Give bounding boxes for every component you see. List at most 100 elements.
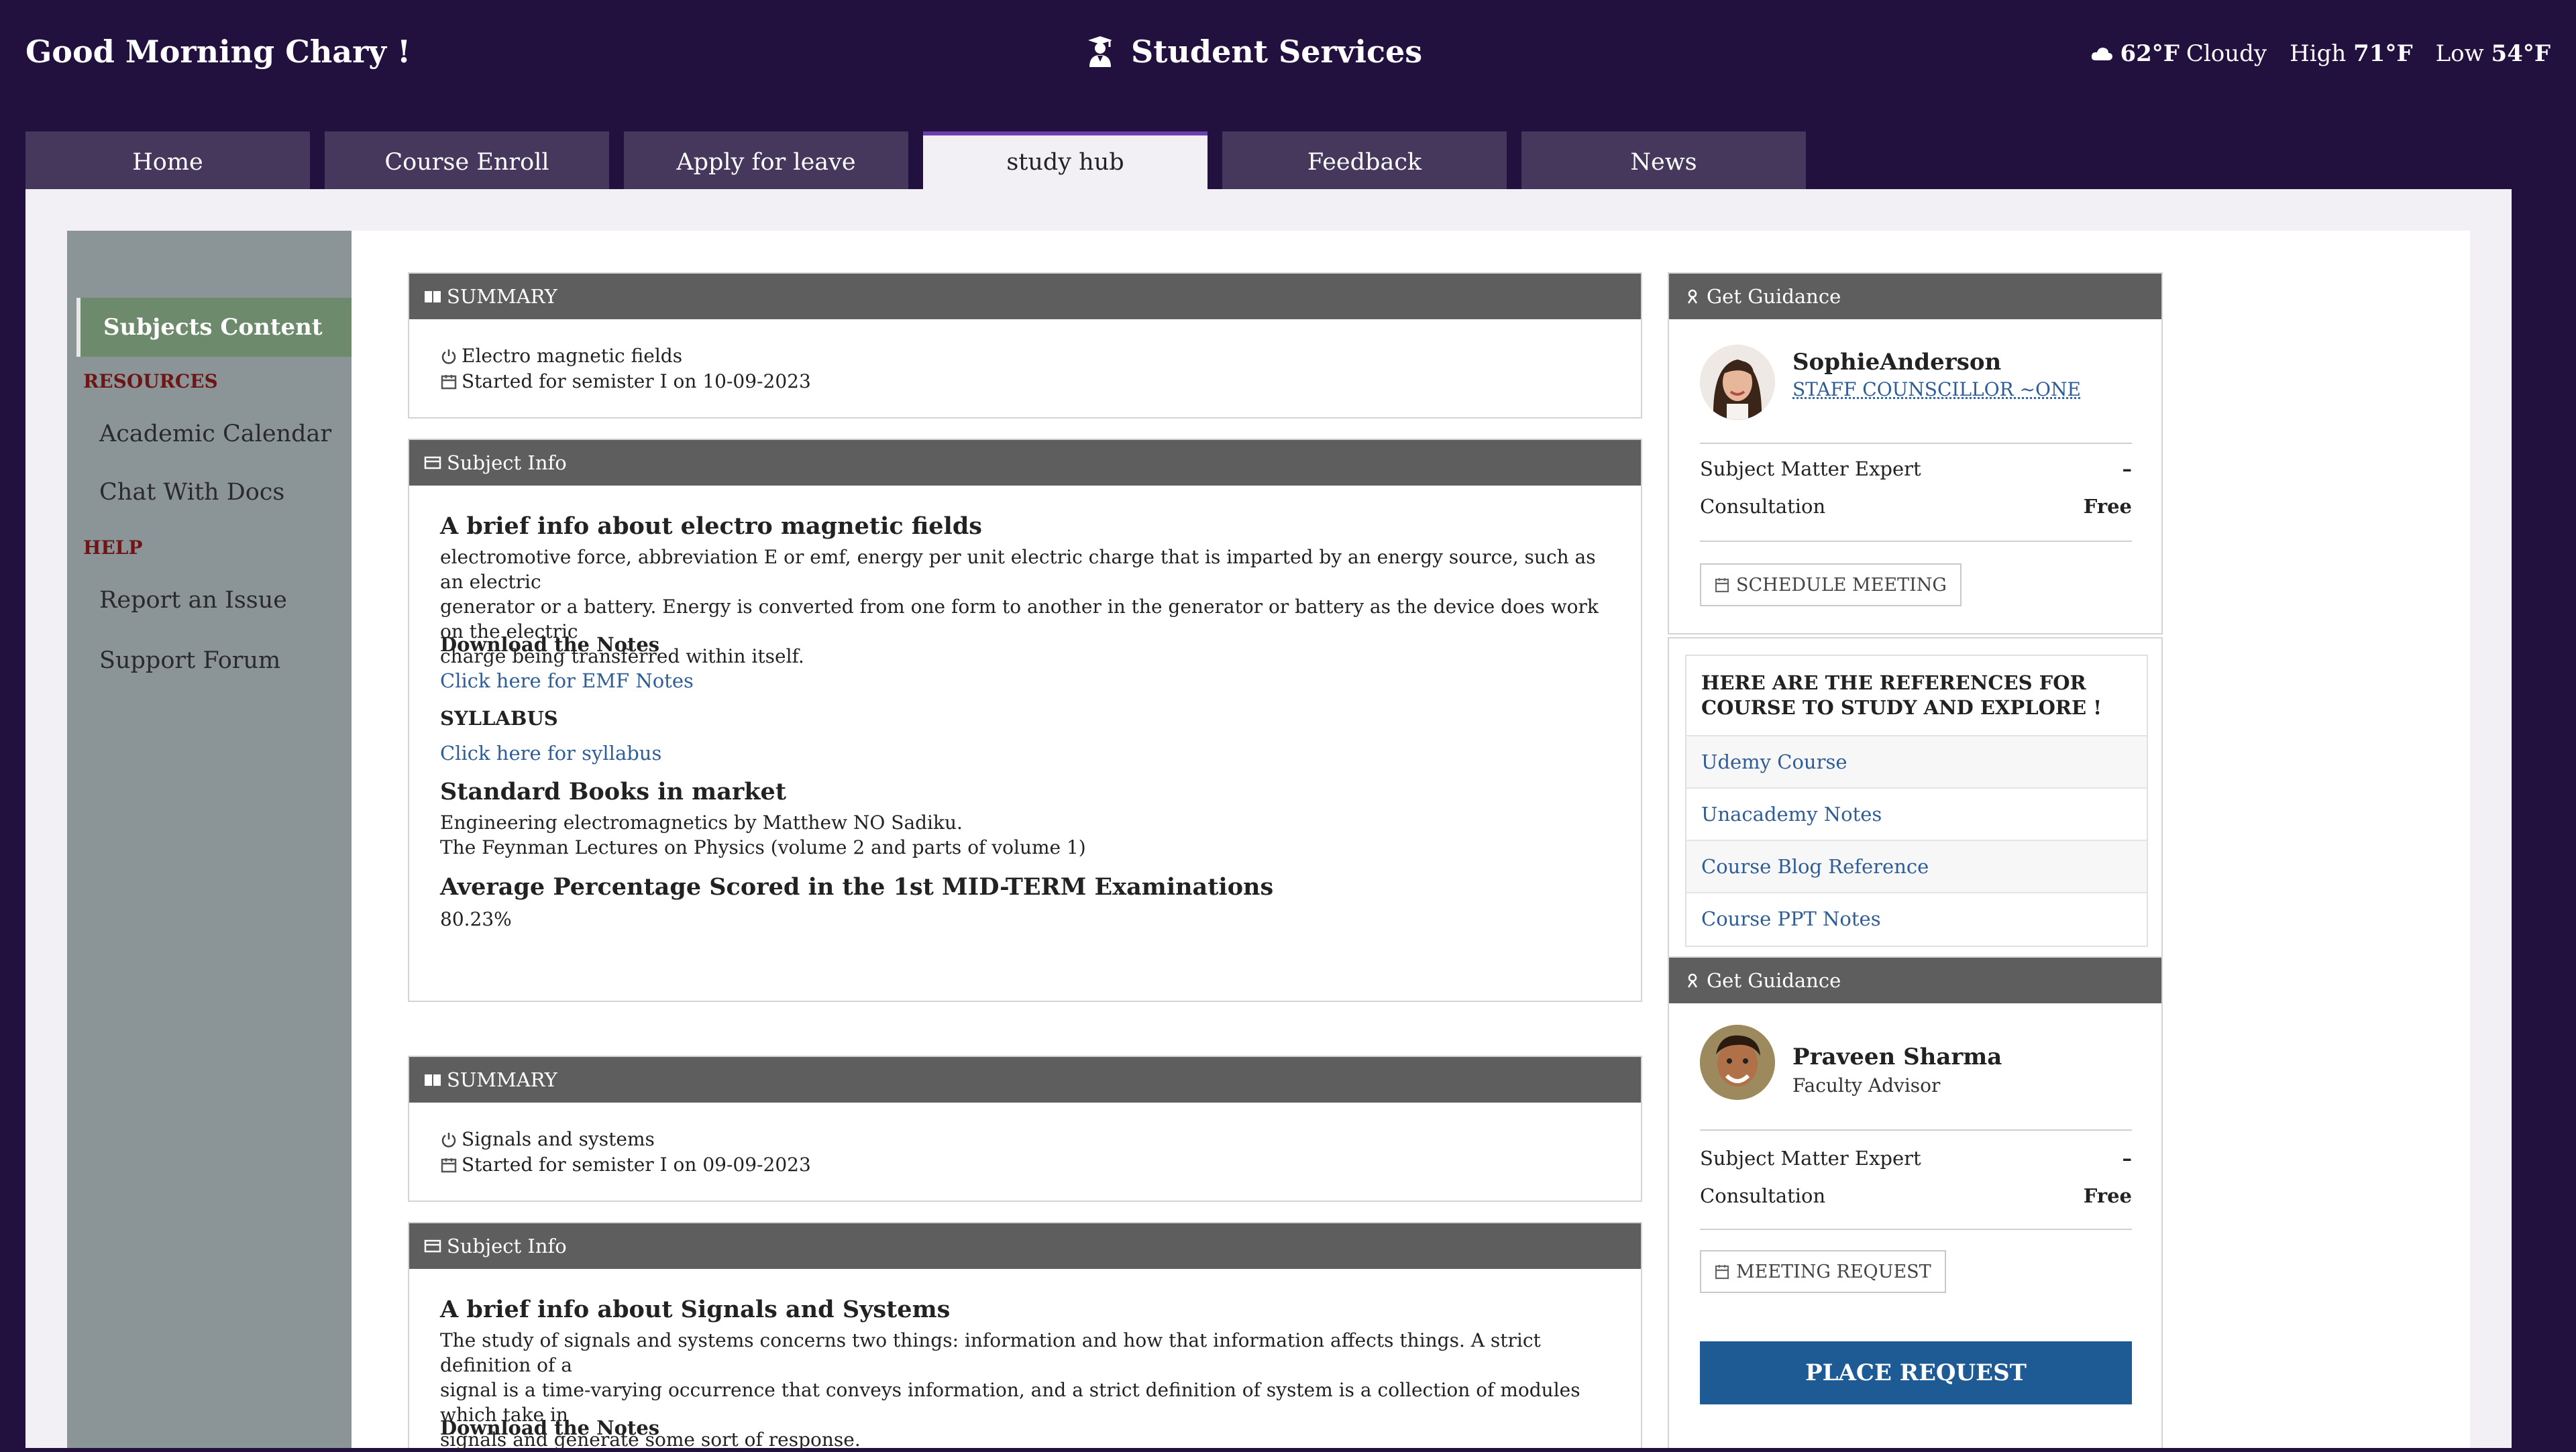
books-title: Standard Books in market [440, 778, 786, 805]
divider [1700, 541, 2132, 542]
weather-condition: Cloudy [2186, 40, 2267, 67]
brief-title: A brief info about electro magnetic fiel… [440, 512, 982, 540]
avatar [1700, 345, 1775, 420]
subject-name-line: Electro magnetic fields [440, 345, 682, 367]
reference-link-ppt[interactable]: Course PPT Notes [1686, 892, 2147, 944]
tab-study-hub[interactable]: study hub [923, 131, 1208, 189]
tab-feedback[interactable]: Feedback [1222, 131, 1507, 189]
calendar-icon [440, 373, 458, 390]
graduate-icon [1085, 35, 1115, 68]
greeting-text: Good Morning Chary ! [25, 34, 411, 70]
button-label: SCHEDULE MEETING [1736, 575, 1947, 596]
panel-header: Subject Info [409, 440, 1641, 486]
tab-home[interactable]: Home [25, 131, 310, 189]
weather-high-label: High [2290, 40, 2346, 67]
references-title: HERE ARE THE REFERENCES FOR COURSE TO ST… [1701, 671, 2131, 720]
divider [1700, 1229, 2132, 1230]
sidebar-item-support-forum[interactable]: Support Forum [99, 647, 280, 674]
expert-label: Subject Matter Expert [1700, 457, 1921, 480]
summary-panel-emf: SUMMARY Electro magnetic fields Started … [408, 272, 1642, 418]
guidance-panel-1: Get Guidance SophieAnderson STAFF COUNSC… [1668, 272, 2163, 634]
button-label: MEETING REQUEST [1736, 1262, 1931, 1282]
calendar-icon [1715, 577, 1729, 593]
calendar-icon [1715, 1264, 1729, 1280]
top-bar: Good Morning Chary ! Student Services 62… [0, 0, 2576, 131]
app-brand[interactable]: Student Services [1085, 34, 1422, 70]
id-card-icon [424, 1239, 441, 1253]
panel-header: SUMMARY [409, 1057, 1641, 1103]
sidebar-heading-help: HELP [83, 537, 143, 559]
reference-link-blog[interactable]: Course Blog Reference [1686, 840, 2147, 892]
references-panel: HERE ARE THE REFERENCES FOR COURSE TO ST… [1668, 637, 2163, 959]
consultation-row: Consultation Free [1700, 1184, 2132, 1207]
power-icon [440, 347, 458, 365]
consultation-value: Free [2084, 1184, 2132, 1207]
download-label: Download the Notes [440, 1416, 659, 1439]
expert-value: – [2123, 457, 2133, 480]
weather-low-value: 54°F [2491, 40, 2551, 67]
syllabus-link[interactable]: Click here for syllabus [440, 742, 661, 765]
book-item: The Feynman Lectures on Physics (volume … [440, 835, 1086, 860]
weather-low: Low 54°F [2436, 40, 2551, 67]
divider [1700, 443, 2132, 444]
consultation-label: Consultation [1700, 495, 1825, 518]
brief-line: The study of signals and systems concern… [440, 1328, 1621, 1378]
cloud-icon [2090, 46, 2113, 62]
books-list: Engineering electromagnetics by Matthew … [440, 810, 1086, 860]
tab-apply-for-leave[interactable]: Apply for leave [624, 131, 908, 189]
subject-start-line: Started for semister I on 09-09-2023 [440, 1154, 811, 1176]
sidebar-item-academic-calendar[interactable]: Academic Calendar [99, 421, 331, 447]
tab-course-enroll[interactable]: Course Enroll [325, 131, 609, 189]
content-frame: Subjects Content RESOURCES Academic Cale… [25, 189, 2512, 1448]
brief-line: electromotive force, abbreviation E or e… [440, 545, 1621, 594]
panel-header-label: SUMMARY [447, 1068, 557, 1091]
reference-link-unacademy[interactable]: Unacademy Notes [1686, 787, 2147, 840]
subject-name: Electro magnetic fields [462, 345, 682, 367]
user-badge-icon [1684, 289, 1701, 304]
consultation-label: Consultation [1700, 1184, 1825, 1207]
sidebar-item-chat-with-docs[interactable]: Chat With Docs [99, 479, 284, 506]
summary-panel-signals: SUMMARY Signals and systems Started for … [408, 1056, 1642, 1202]
sidebar-item-report-an-issue[interactable]: Report an Issue [99, 587, 287, 614]
book-icon [424, 1072, 441, 1087]
panel-header: Get Guidance [1669, 958, 2161, 1003]
panel-header: Subject Info [409, 1223, 1641, 1269]
schedule-meeting-button[interactable]: SCHEDULE MEETING [1700, 563, 1962, 606]
guidance-panel-2: Get Guidance Praveen Sharma Faculty Advi… [1668, 956, 2163, 1448]
weather-high: High 71°F [2290, 40, 2412, 67]
main-tabs: Home Course Enroll Apply for leave study… [25, 131, 1806, 189]
avg-value: 80.23% [440, 907, 512, 932]
divider [1700, 1129, 2132, 1131]
brief-title: A brief info about Signals and Systems [440, 1296, 950, 1323]
sidebar-heading-resources: RESOURCES [83, 370, 218, 392]
meeting-request-button[interactable]: MEETING REQUEST [1700, 1250, 1946, 1293]
subject-start-date: Started for semister I on 09-09-2023 [462, 1154, 811, 1176]
reference-link-udemy[interactable]: Udemy Course [1686, 735, 2147, 787]
weather-low-label: Low [2436, 40, 2484, 67]
calendar-icon [440, 1156, 458, 1174]
advisor-name: Praveen Sharma [1792, 1044, 2002, 1070]
expert-row: Subject Matter Expert – [1700, 457, 2132, 480]
tab-news[interactable]: News [1521, 131, 1806, 189]
expert-label: Subject Matter Expert [1700, 1147, 1921, 1170]
expert-row: Subject Matter Expert – [1700, 1147, 2132, 1170]
subject-info-panel-emf: Subject Info A brief info about electro … [408, 439, 1642, 1002]
syllabus-label: SYLLABUS [440, 707, 558, 730]
sidebar: Subjects Content RESOURCES Academic Cale… [67, 231, 352, 1448]
book-icon [424, 289, 441, 304]
power-icon [440, 1131, 458, 1148]
sidebar-item-subjects-content[interactable]: Subjects Content [76, 298, 352, 357]
panel-header-label: SUMMARY [447, 285, 557, 308]
counsellor-role[interactable]: STAFF COUNSCILLOR ~ONE [1792, 378, 2081, 400]
avatar-male-image [1700, 1025, 1775, 1100]
place-request-button[interactable]: PLACE REQUEST [1700, 1341, 2132, 1404]
emf-notes-link[interactable]: Click here for EMF Notes [440, 669, 694, 692]
subject-info-panel-signals: Subject Info A brief info about Signals … [408, 1222, 1642, 1448]
weather-temp: 62°F [2120, 40, 2179, 67]
subject-name-line: Signals and systems [440, 1128, 655, 1150]
expert-value: – [2123, 1147, 2133, 1170]
counsellor-name: SophieAnderson [1792, 349, 2001, 376]
panel-header: Get Guidance [1669, 274, 2161, 319]
consultation-row: Consultation Free [1700, 495, 2132, 518]
subject-name: Signals and systems [462, 1128, 655, 1150]
